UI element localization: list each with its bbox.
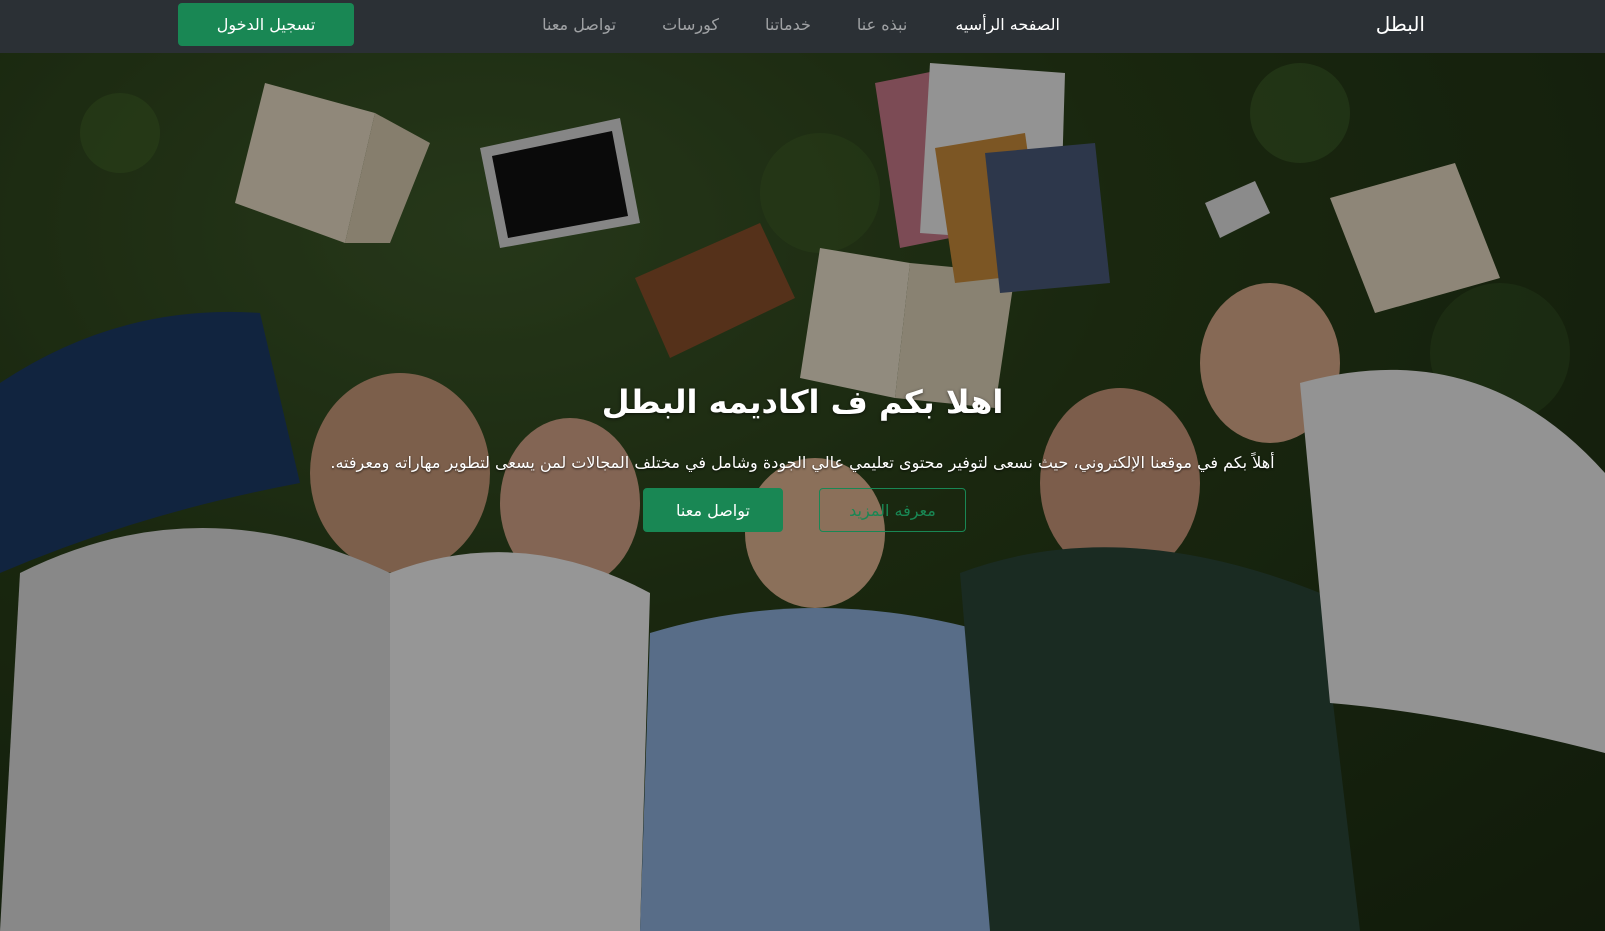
hero-lead: أهلاً بكم في موقعنا الإلكتروني، حيث نسعى… [330,453,1275,472]
nav-link-contact[interactable]: تواصل معنا [542,15,616,34]
hero-buttons: تواصل معنا معرفه المزيد [643,488,966,532]
hero-section: اهلا بكم ف اكاديمه البطل أهلاً بكم في مو… [0,53,1605,931]
nav-link-home[interactable]: الصفحه الرأسيه [955,15,1060,34]
nav-link-about[interactable]: نبذه عنا [857,15,907,34]
hero-title: اهلا بكم ف اكاديمه البطل [601,383,1004,421]
top-navbar: البطل الصفحه الرأسيه نبذه عنا خدماتنا كو… [0,0,1605,53]
nav-link-services[interactable]: خدماتنا [765,15,811,34]
learn-more-button[interactable]: معرفه المزيد [819,488,966,532]
nav-links: الصفحه الرأسيه نبذه عنا خدماتنا كورسات ت… [496,15,1060,34]
nav-link-courses[interactable]: كورسات [662,15,719,34]
contact-us-button[interactable]: تواصل معنا [643,488,783,532]
brand-logo[interactable]: البطل [1376,12,1425,36]
hero-content: اهلا بكم ف اكاديمه البطل أهلاً بكم في مو… [0,53,1605,931]
login-button[interactable]: تسجيل الدخول [178,3,354,46]
